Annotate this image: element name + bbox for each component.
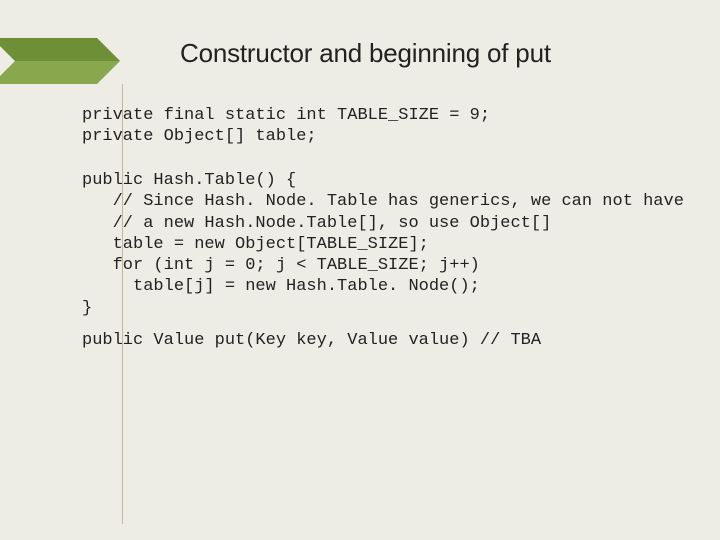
code-constructor: public Hash.Table() { // Since Hash. Nod… (82, 170, 684, 319)
code-line: public Hash.Table() { (82, 171, 296, 190)
code-line: table = new Object[TABLE_SIZE]; (82, 235, 429, 254)
code-line: public Value put(Key key, Value value) /… (82, 331, 541, 350)
code-declarations: private final static int TABLE_SIZE = 9;… (82, 105, 490, 148)
slide: Constructor and beginning of put private… (0, 0, 720, 540)
slide-title: Constructor and beginning of put (180, 38, 551, 69)
code-line: // a new Hash.Node.Table[], so use Objec… (82, 214, 551, 233)
code-put-signature: public Value put(Key key, Value value) /… (82, 330, 541, 351)
decorative-chevron-icon (0, 38, 132, 84)
code-line: // Since Hash. Node. Table has generics,… (82, 192, 684, 211)
code-line: table[j] = new Hash.Table. Node(); (82, 277, 480, 296)
code-line: for (int j = 0; j < TABLE_SIZE; j++) (82, 256, 480, 275)
code-line: private Object[] table; (82, 127, 317, 146)
code-line: } (82, 299, 92, 318)
code-line: private final static int TABLE_SIZE = 9; (82, 106, 490, 125)
